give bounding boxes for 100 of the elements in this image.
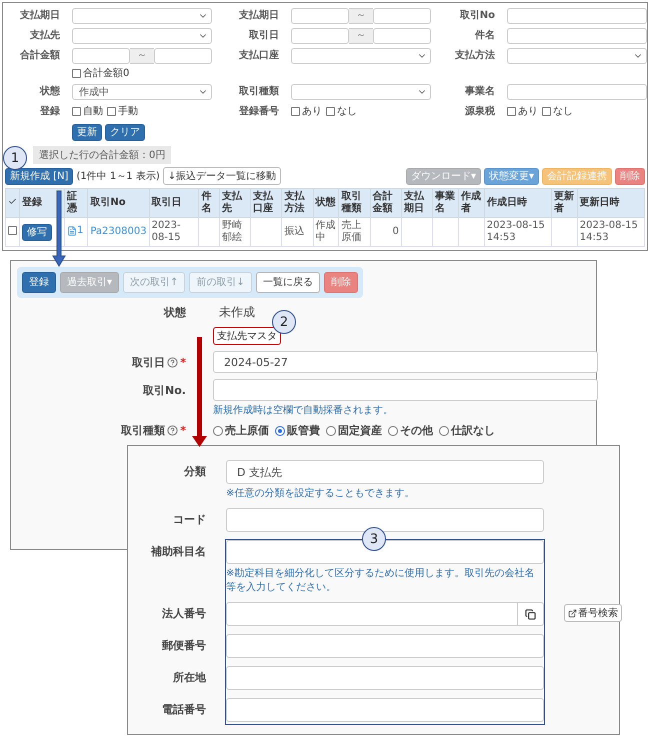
column-header: 更新者	[551, 188, 578, 218]
required-mark: *	[180, 424, 186, 437]
column-header: 作成日時	[484, 188, 552, 218]
search-button[interactable]: クリア	[105, 124, 145, 141]
radio-option[interactable]: 仕訳なし	[439, 423, 495, 438]
required-mark: *	[180, 356, 186, 368]
column-header: 状態	[313, 188, 339, 218]
column-header: 支払先	[219, 188, 251, 218]
record-count: (1件中 1～1 表示)	[76, 170, 160, 183]
input-field[interactable]	[373, 8, 431, 24]
help-icon[interactable]	[167, 356, 178, 368]
toolbar-button[interactable]: 登録	[22, 272, 56, 293]
field-label: 登録	[38, 104, 60, 119]
range-separator: ～	[349, 28, 373, 44]
input-field[interactable]	[154, 48, 212, 64]
copy-button[interactable]	[518, 602, 544, 626]
field-label: 取引日	[132, 354, 166, 370]
field-label: 取引No	[458, 8, 495, 23]
field-label: 支払先	[29, 28, 60, 43]
field-label: 合計金額	[19, 48, 60, 63]
field-label: 取引種類	[238, 84, 279, 99]
checkbox-option[interactable]: なし	[326, 104, 357, 118]
search-button[interactable]: 更新	[72, 124, 102, 141]
checkbox-option[interactable]: あり	[507, 104, 538, 118]
column-header: 事業名	[432, 188, 458, 218]
field-label: 分類	[183, 464, 206, 480]
radio-option[interactable]: その他	[388, 423, 433, 438]
range-separator: ～	[130, 48, 154, 64]
help-icon[interactable]	[167, 425, 178, 436]
checkbox-option[interactable]: あり	[291, 104, 322, 118]
table-cell: 2023-08-15 14:53	[486, 220, 545, 243]
field-label: 支払方法	[454, 48, 495, 63]
input-field[interactable]	[226, 508, 544, 532]
input-field[interactable]	[226, 666, 544, 690]
select-field[interactable]: 作成中	[72, 84, 212, 100]
row-checkbox[interactable]	[8, 226, 17, 234]
select-field[interactable]	[507, 48, 647, 64]
table-cell: 作成中	[316, 220, 336, 243]
input-field[interactable]	[72, 48, 130, 64]
help-text: 新規作成時は空欄で自動採番されます。	[213, 404, 394, 417]
select-field[interactable]	[72, 8, 212, 24]
column-header: 証憑	[64, 188, 88, 218]
checkbox-option[interactable]: 自動	[72, 104, 103, 118]
table-cell: 売上原価	[341, 220, 362, 243]
new-button[interactable]: 新規作成 [N]	[5, 168, 74, 184]
input-field[interactable]	[226, 698, 544, 722]
input-field[interactable]	[226, 602, 518, 626]
select-all-icon[interactable]	[8, 196, 17, 206]
column-header: 件名	[198, 188, 220, 218]
field-label: 支払期日	[238, 8, 279, 23]
checkbox-option[interactable]: なし	[542, 104, 573, 118]
select-field[interactable]	[291, 48, 431, 64]
field-label: コード	[172, 512, 206, 528]
field-label: 法人番号	[161, 606, 206, 622]
column-header: 取引種類	[338, 188, 370, 218]
date-input[interactable]: 2024-05-27	[213, 351, 598, 373]
column-header: 支払口座	[250, 188, 282, 218]
column-header: 更新日時	[577, 188, 644, 218]
field-label: 件名	[474, 28, 495, 43]
number-search-button[interactable]: 番号検索	[564, 604, 622, 622]
radio-option[interactable]: 固定資産	[326, 423, 382, 438]
input-field[interactable]	[291, 8, 349, 24]
input-field[interactable]	[507, 28, 647, 44]
field-label: 状態	[164, 305, 186, 320]
input-field[interactable]	[373, 28, 431, 44]
input-field[interactable]: D 支払先	[226, 460, 544, 484]
table-cell: 0	[392, 226, 399, 237]
radio-option[interactable]: 販管費	[275, 423, 320, 438]
input-field[interactable]	[507, 8, 647, 24]
checkbox-option[interactable]: 手動	[107, 104, 138, 118]
copy-icon	[525, 608, 536, 620]
edit-button[interactable]: 修写	[22, 224, 52, 240]
column-header: 取引日	[149, 188, 199, 218]
field-label: 電話番号	[161, 702, 206, 718]
field-label: 支払口座	[238, 48, 279, 63]
checkbox-option[interactable]: 合計金額0	[72, 66, 212, 80]
table-cell: 2023-08-15	[152, 220, 181, 243]
external-link-icon	[568, 608, 577, 618]
input-field[interactable]	[507, 84, 647, 100]
input-field[interactable]	[226, 634, 544, 658]
field-label: 補助科目名	[150, 544, 206, 560]
select-field[interactable]	[291, 84, 431, 100]
input-field[interactable]	[291, 28, 349, 44]
toolbar-button[interactable]: 一覧に戻る	[256, 272, 320, 293]
table-cell: 野崎郁絵	[222, 220, 242, 243]
table-cell: 振込	[284, 226, 304, 237]
input-field[interactable]	[213, 379, 598, 401]
field-label: 事業名	[464, 84, 495, 99]
field-label: 支払期日	[19, 8, 60, 23]
column-header: 合計金額	[370, 188, 402, 218]
help-text: ※任意の分類を設定することもできます。	[226, 486, 416, 500]
column-header: 支払方法	[282, 188, 314, 218]
select-field[interactable]	[72, 28, 212, 44]
field-label: 取引種類	[121, 423, 166, 438]
master-label: 支払先マスタ	[213, 327, 281, 345]
field-label: 取引No.	[143, 382, 186, 398]
radio-option[interactable]: 売上原価	[213, 423, 269, 438]
transfer-list-button[interactable]: ↓振込データ一覧に移動	[162, 167, 282, 185]
column-header: 支払期日	[401, 188, 433, 218]
field-label: 源泉税	[464, 104, 495, 119]
